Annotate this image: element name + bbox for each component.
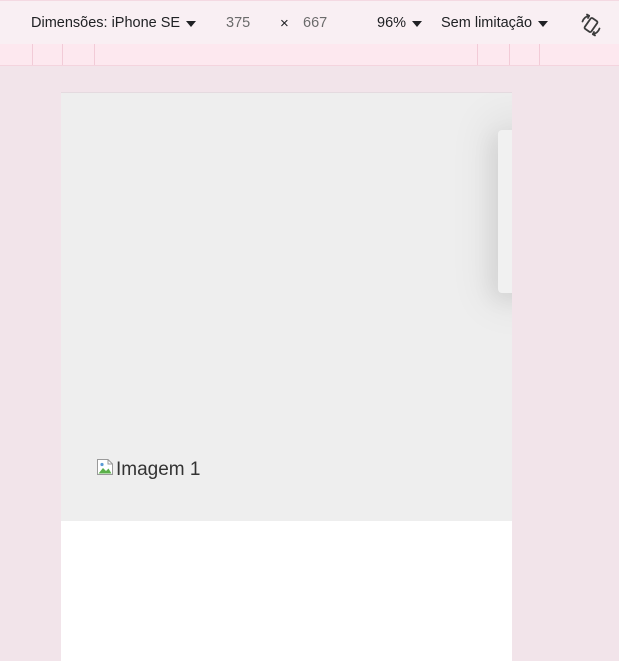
throttling-dropdown[interactable]: Sem limitação	[441, 1, 549, 45]
chevron-down-icon	[186, 21, 197, 27]
rotate-icon[interactable]	[578, 12, 604, 38]
chevron-down-icon	[412, 21, 423, 27]
throttling-label: Sem limitação	[441, 15, 533, 31]
ruler-tick	[509, 44, 510, 65]
floating-panel	[498, 130, 512, 293]
device-toolbar: Dimensões: iPhone SE × 96% Sem limitação	[0, 0, 619, 44]
zoom-dropdown[interactable]: 96%	[377, 1, 423, 45]
dimensions-label: Dimensões: iPhone SE	[31, 15, 181, 31]
broken-image: Imagem 1	[96, 459, 200, 481]
media-query-bar[interactable]	[0, 44, 619, 66]
image-alt-text: Imagem 1	[116, 459, 201, 480]
broken-image-icon	[97, 459, 113, 475]
ruler-tick	[32, 44, 33, 65]
chevron-down-icon	[538, 21, 549, 27]
device-emulation-window: Dimensões: iPhone SE × 96% Sem limitação	[0, 0, 619, 661]
ruler-tick	[94, 44, 95, 65]
height-input[interactable]	[303, 12, 359, 34]
zoom-label: 96%	[377, 15, 407, 31]
device-viewport: Imagem 1	[61, 92, 512, 661]
ruler-tick	[477, 44, 478, 65]
ruler-tick	[539, 44, 540, 65]
hero-section: Imagem 1	[61, 93, 512, 521]
dimensions-dropdown[interactable]: Dimensões: iPhone SE	[31, 1, 197, 45]
ruler-tick	[62, 44, 63, 65]
width-input[interactable]	[226, 12, 282, 34]
times-separator: ×	[280, 14, 289, 32]
content-area	[61, 521, 512, 661]
